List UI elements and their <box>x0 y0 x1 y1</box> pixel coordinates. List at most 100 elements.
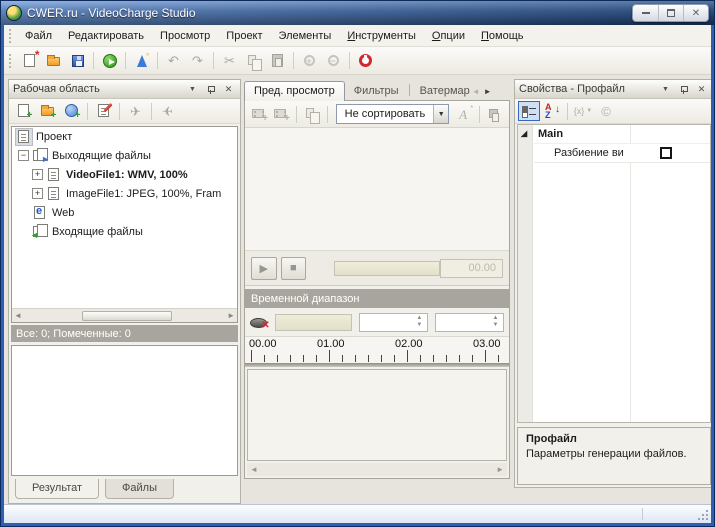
paste-button[interactable] <box>266 50 289 72</box>
stop-button[interactable] <box>354 50 377 72</box>
resize-grip[interactable] <box>706 510 708 512</box>
spin-down-icon[interactable]: ▼ <box>416 322 422 329</box>
tabs-scroll-right-icon[interactable]: ► <box>484 87 492 96</box>
copyright-button[interactable]: © <box>595 101 617 121</box>
panel-menu-button[interactable]: ▼ <box>658 82 673 96</box>
properties-header[interactable]: Свойства - Профайл ▼ ✕ <box>515 80 711 99</box>
add-frame-button[interactable]: + <box>271 103 291 125</box>
range-start-spinner[interactable]: ▲▼ <box>359 313 428 332</box>
files-list[interactable] <box>11 345 238 476</box>
spin-up-icon[interactable]: ▲ <box>416 315 422 322</box>
property-grid[interactable]: ◢ Main Разбиение ви <box>517 124 711 423</box>
menu-edit[interactable]: Редактировать <box>60 27 152 45</box>
tree-horizontal-scrollbar[interactable]: ◄ ► <box>12 308 237 322</box>
panel-menu-button[interactable]: ▼ <box>185 82 200 96</box>
add-file-button[interactable]: + <box>12 100 35 122</box>
start-generation-button[interactable] <box>98 50 121 72</box>
add-url-button[interactable]: + <box>60 100 83 122</box>
dropdown-button[interactable]: ▼ <box>433 105 448 123</box>
new-project-button[interactable]: * <box>18 50 41 72</box>
save-project-button[interactable] <box>66 50 89 72</box>
scroll-right-icon[interactable]: ► <box>227 311 235 320</box>
tab-preview[interactable]: Пред. просмотр <box>244 81 345 101</box>
collapse-icon[interactable]: − <box>18 150 29 161</box>
menu-elements[interactable]: Элементы <box>271 27 340 45</box>
range-end-spinner[interactable]: ▲▼ <box>435 313 504 332</box>
project-tree[interactable]: Проект − ► Выходящие файлы + VideoFile1:… <box>11 126 238 323</box>
cut-button[interactable]: ✂ <box>218 50 241 72</box>
menu-help[interactable]: Помощь <box>473 27 532 45</box>
variables-button[interactable]: {x}▼ <box>572 101 594 121</box>
expand-icon[interactable]: + <box>32 188 43 199</box>
tabs-scroll-left-icon[interactable]: ◄ <box>472 87 480 96</box>
tree-item-project[interactable]: Проект <box>12 127 237 146</box>
layout-button[interactable] <box>485 103 505 125</box>
tab-files[interactable]: Файлы <box>105 479 174 499</box>
tree-item-imagefile1[interactable]: + ImageFile1: JPEG, 100%, Fram <box>12 184 237 203</box>
zoom-out-button[interactable]: − <box>322 50 345 72</box>
toolbar-grip[interactable] <box>9 54 13 68</box>
edit-pencil-icon <box>96 103 112 119</box>
menu-view[interactable]: Просмотр <box>152 27 218 45</box>
tree-item-output-files[interactable]: − ► Выходящие файлы <box>12 146 237 165</box>
close-button[interactable]: ✕ <box>683 5 708 21</box>
tool-b-button[interactable]: ✈ <box>156 100 179 122</box>
zoom-in-button[interactable]: + <box>298 50 321 72</box>
range-bar[interactable] <box>275 314 352 331</box>
open-project-button[interactable] <box>42 50 65 72</box>
menu-tools[interactable]: Инструменты <box>339 27 424 45</box>
property-row-video-split[interactable]: Разбиение ви <box>534 143 710 163</box>
play-button[interactable]: ▶ <box>251 257 277 280</box>
seek-bar[interactable] <box>334 261 440 276</box>
tool-a-button[interactable]: ✈ <box>124 100 147 122</box>
tree-item-input-files[interactable]: ◄ Входящие файлы <box>12 222 237 241</box>
edit-item-button[interactable] <box>92 100 115 122</box>
tab-filters[interactable]: Фильтры <box>345 82 408 101</box>
spin-down-icon[interactable]: ▼ <box>493 322 499 329</box>
timeline-scrollbar[interactable]: ◄ ► <box>247 463 507 476</box>
scroll-left-icon[interactable]: ◄ <box>14 311 22 320</box>
panel-close-button[interactable]: ✕ <box>694 82 709 96</box>
maximize-button[interactable] <box>658 5 683 21</box>
stop-playback-button[interactable]: ■ <box>281 257 307 280</box>
wizard-button[interactable]: * <box>130 50 153 72</box>
panel-pin-button[interactable] <box>203 82 218 96</box>
video-split-checkbox[interactable] <box>660 147 672 159</box>
tab-result[interactable]: Результат <box>15 479 99 499</box>
spin-up-icon[interactable]: ▲ <box>493 315 499 322</box>
duplicate-button[interactable] <box>302 103 322 125</box>
menu-project[interactable]: Проект <box>218 27 270 45</box>
title-bar[interactable]: CWER.ru - VideoCharge Studio ✕ <box>1 1 714 25</box>
alphabetical-sort-button[interactable]: AZ↓ <box>541 101 563 121</box>
add-folder-button[interactable]: + <box>36 100 59 122</box>
menu-grip[interactable] <box>9 29 13 43</box>
copy-button[interactable] <box>242 50 265 72</box>
expand-icon[interactable]: + <box>32 169 43 180</box>
tab-watermark[interactable]: Ватермар <box>411 82 470 101</box>
tree-item-web[interactable]: e Web <box>12 203 237 222</box>
undo-button[interactable]: ↶ <box>162 50 185 72</box>
timeline-track[interactable] <box>247 369 507 461</box>
categorized-view-button[interactable] <box>518 101 540 121</box>
font-effects-button[interactable]: A* <box>454 103 474 125</box>
scroll-right-icon[interactable]: ► <box>496 465 504 474</box>
redo-button[interactable]: ↷ <box>186 50 209 72</box>
panel-close-button[interactable]: ✕ <box>221 82 236 96</box>
disable-range-icon[interactable]: ✕ <box>250 315 268 329</box>
category-row-main[interactable]: ◢ Main <box>518 125 710 143</box>
minimize-button[interactable] <box>633 5 658 21</box>
category-expanded-icon[interactable]: ◢ <box>521 129 527 138</box>
work-area-header[interactable]: Рабочая область ▼ ✕ <box>9 80 240 99</box>
description-text: Параметры генерации файлов. <box>526 448 702 460</box>
scroll-left-icon[interactable]: ◄ <box>250 465 258 474</box>
menu-file[interactable]: Файл <box>17 27 60 45</box>
spinner-arrows[interactable]: ▲▼ <box>413 314 426 331</box>
timeline-ruler[interactable]: 00.00 01.00 02.00 03.00 <box>245 336 509 363</box>
menu-options[interactable]: Опции <box>424 27 473 45</box>
scrollbar-thumb[interactable] <box>82 311 172 321</box>
panel-pin-button[interactable] <box>676 82 691 96</box>
tree-item-videofile1[interactable]: + VideoFile1: WMV, 100% <box>12 165 237 184</box>
sort-dropdown[interactable]: Не сортировать ▼ <box>336 104 450 124</box>
spinner-arrows[interactable]: ▲▼ <box>489 314 502 331</box>
add-video-button[interactable]: + <box>249 103 269 125</box>
